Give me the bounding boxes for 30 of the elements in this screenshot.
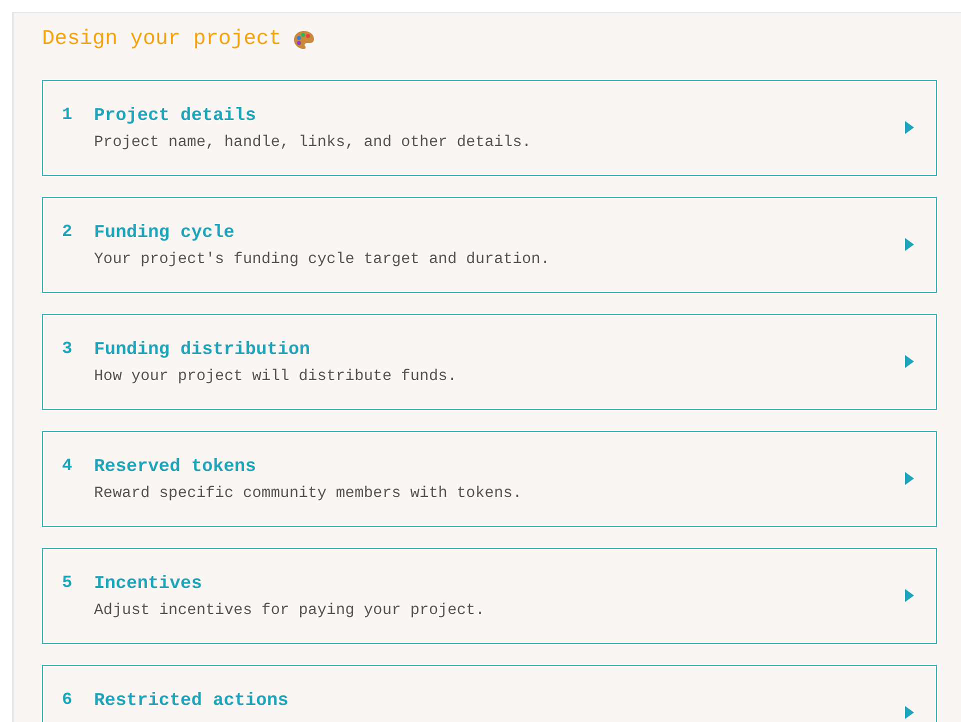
step-description: Project name, handle, links, and other details. (94, 132, 532, 152)
step-card[interactable]: 2 Funding cycle Your project's funding cycle target and duration. (42, 197, 937, 294)
caret-right-icon (905, 238, 914, 252)
step-title: Reserved tokens (94, 456, 258, 478)
step-card[interactable]: 3 Funding distribution How your project will distribute funds. (42, 314, 937, 410)
step-title: Funding cycle (94, 222, 236, 244)
step-card[interactable]: 4 Reserved tokens Reward specific community members with tokens. (42, 431, 937, 528)
step-number: 6 (62, 690, 74, 712)
step-card[interactable]: 1 Project details Project name, handle, links, and other details. (42, 80, 937, 176)
caret-right-icon (905, 355, 914, 368)
step-number: 3 (62, 339, 74, 362)
step-title: Incentives (94, 573, 204, 596)
step-title: Funding distribution (94, 339, 312, 362)
step-number: 2 (62, 222, 74, 244)
caret-right-icon (905, 589, 914, 602)
step-description: Reward specific community members with tokens. (94, 483, 522, 504)
step-description: How your project will distribute funds. (94, 366, 457, 386)
step-card[interactable]: 5 Incentives Adjust incentives for paying your project. (42, 548, 937, 644)
caret-right-icon (905, 472, 914, 486)
step-number: 4 (62, 456, 74, 478)
step-number: 5 (62, 573, 74, 596)
palette-icon (293, 30, 316, 50)
step-title: Project details (94, 105, 258, 128)
step-description: Adjust incentives for paying your project. (94, 600, 485, 620)
step-description: Your project's funding cycle target and duration. (94, 249, 550, 270)
step-title: Restricted actions (94, 690, 288, 712)
page-heading: Design your project (42, 27, 282, 52)
caret-right-icon (905, 706, 914, 720)
caret-right-icon (905, 121, 914, 134)
step-number: 1 (62, 105, 74, 128)
